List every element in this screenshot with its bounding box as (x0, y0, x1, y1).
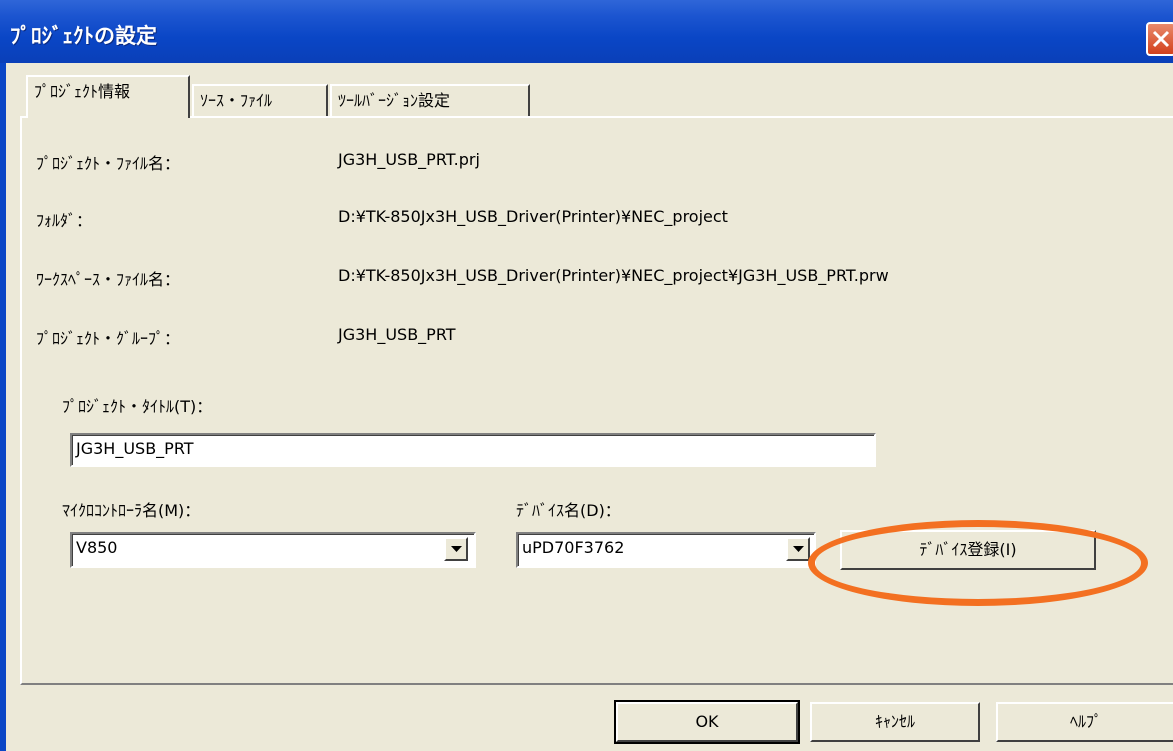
close-button[interactable] (1146, 22, 1173, 56)
tab-tool-version[interactable]: ﾂｰﾙﾊﾞｰｼﾞｮﾝ設定 (330, 84, 530, 118)
project-title-label: ﾌﾟﾛｼﾞｪｸﾄ・ﾀｲﾄﾙ(T)： (62, 397, 213, 416)
chevron-down-icon (793, 546, 804, 552)
microcontroller-dropdown-button[interactable] (444, 537, 468, 561)
project-file-value: JG3H_USB_PRT.prj (338, 150, 480, 169)
device-register-label: ﾃﾞﾊﾞｲｽ登録(I) (919, 540, 1017, 559)
device-dropdown-button[interactable] (786, 537, 810, 561)
microcontroller-label: ﾏｲｸﾛｺﾝﾄﾛｰﾗ名(M)： (62, 501, 201, 520)
project-group-value: JG3H_USB_PRT (338, 325, 456, 344)
project-group-label: ﾌﾟﾛｼﾞｪｸﾄ・ｸﾞﾙｰﾌﾟ： (36, 329, 181, 348)
ok-button[interactable]: OK (614, 700, 800, 744)
device-value: uPD70F3762 (522, 538, 625, 557)
device-label: ﾃﾞﾊﾞｲｽ名(D)： (516, 501, 621, 520)
project-settings-dialog: ﾌﾟﾛｼﾞｪｸﾄの設定 ﾌﾟﾛｼﾞｪｸﾄ情報 ｿｰｽ・ﾌｧｲﾙ ﾂｰﾙﾊﾞｰｼﾞ… (0, 0, 1173, 751)
tab-project-info[interactable]: ﾌﾟﾛｼﾞｪｸﾄ情報 (26, 75, 190, 118)
workspace-file-value: D:¥TK-850Jx3H_USB_Driver(Printer)¥NEC_pr… (338, 266, 889, 285)
tab-project-info-label: ﾌﾟﾛｼﾞｪｸﾄ情報 (34, 82, 131, 101)
tab-tool-version-label: ﾂｰﾙﾊﾞｰｼﾞｮﾝ設定 (338, 91, 451, 110)
workspace-file-label: ﾜｰｸｽﾍﾟｰｽ・ﾌｧｲﾙ名： (36, 270, 181, 289)
tab-source-files-label: ｿｰｽ・ﾌｧｲﾙ (200, 91, 273, 110)
device-register-button[interactable]: ﾃﾞﾊﾞｲｽ登録(I) (840, 530, 1096, 570)
tab-source-files[interactable]: ｿｰｽ・ﾌｧｲﾙ (192, 84, 328, 118)
project-title-input[interactable]: JG3H_USB_PRT (70, 433, 876, 467)
window-title: ﾌﾟﾛｼﾞｪｸﾄの設定 (10, 24, 157, 48)
project-file-label: ﾌﾟﾛｼﾞｪｸﾄ・ﾌｧｲﾙ名： (36, 154, 181, 173)
ok-label: OK (695, 712, 719, 731)
folder-label: ﾌｫﾙﾀﾞ： (36, 211, 93, 230)
folder-value: D:¥TK-850Jx3H_USB_Driver(Printer)¥NEC_pr… (338, 207, 728, 226)
chevron-down-icon (451, 546, 462, 552)
device-select[interactable]: uPD70F3762 (516, 532, 816, 568)
cancel-label: ｷｬﾝｾﾙ (874, 712, 915, 731)
help-label: ﾍﾙﾌﾟ (1069, 712, 1102, 731)
project-title-value: JG3H_USB_PRT (76, 439, 194, 458)
close-icon (1152, 30, 1170, 48)
cancel-button[interactable]: ｷｬﾝｾﾙ (810, 702, 980, 742)
help-button[interactable]: ﾍﾙﾌﾟ (996, 702, 1173, 742)
microcontroller-value: V850 (76, 538, 118, 557)
title-bar[interactable]: ﾌﾟﾛｼﾞｪｸﾄの設定 (0, 0, 1173, 63)
microcontroller-select[interactable]: V850 (70, 532, 476, 568)
window-frame-left (0, 63, 6, 751)
